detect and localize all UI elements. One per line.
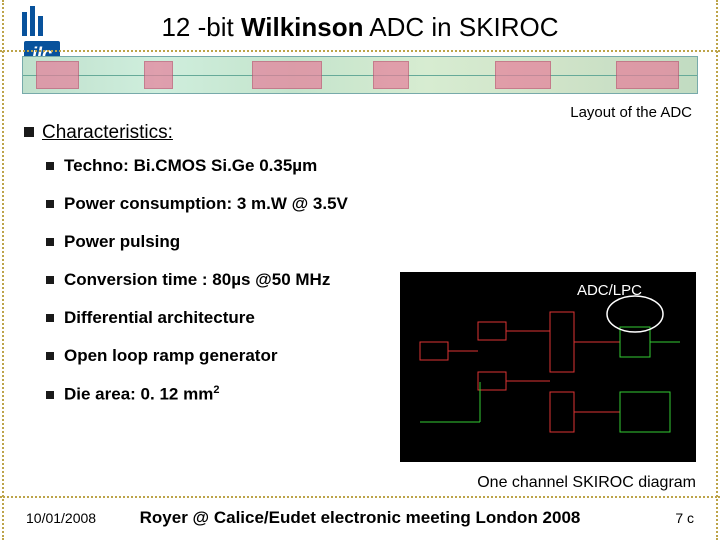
superscript: 2 [213,384,219,396]
bullet-text: Open loop ramp generator [64,346,277,365]
bullet-text: Techno: Bi.CMOS Si.Ge 0.35µm [64,156,317,175]
list-item: Conversion time : 80µs @50 MHz [46,270,348,290]
footer-center: Royer @ Calice/Eudet electronic meeting … [0,508,720,528]
bullet-square-icon [46,276,54,284]
title-bold: Wilkinson [241,12,364,42]
bullet-square-icon [46,314,54,322]
bullet-square-icon [46,200,54,208]
bullet-square-icon [46,391,54,399]
bullet-text: Power pulsing [64,232,180,251]
title-pre: 12 -bit [161,12,241,42]
list-item: Die area: 0. 12 mm2 [46,384,348,405]
skiroc-schematic: ADC/LPC [400,272,696,462]
layout-caption: Layout of the ADC [570,104,692,121]
slide-title: 12 -bit Wilkinson ADC in SKIROC [0,12,720,43]
bullet-square-icon [24,127,34,137]
schematic-caption: One channel SKIROC diagram [477,474,696,492]
bullet-text: Differential architecture [64,308,255,327]
divider-bottom [0,496,720,498]
list-item: Power pulsing [46,232,348,252]
list-item: Power consumption: 3 m.W @ 3.5V [46,194,348,214]
bullet-square-icon [46,162,54,170]
bullet-text: Power consumption: 3 m.W @ 3.5V [64,194,348,213]
decor-dots-left [2,0,4,540]
divider-top [0,50,720,52]
section-heading-text: Characteristics: [42,122,173,143]
list-item: Differential architecture [46,308,348,328]
list-item: Open loop ramp generator [46,346,348,366]
adc-layout-image [22,56,698,94]
schematic-svg [400,272,696,462]
bullet-square-icon [46,238,54,246]
bullet-text: Die area: 0. 12 mm [64,385,213,404]
section-heading: Characteristics: [24,122,173,144]
list-item: Techno: Bi.CMOS Si.Ge 0.35µm [46,156,348,176]
bullet-text: Conversion time : 80µs @50 MHz [64,270,330,289]
bullet-square-icon [46,352,54,360]
decor-dots-right [716,0,718,540]
title-post: ADC in SKIROC [364,12,559,42]
footer-page: 7 c [675,510,694,526]
characteristics-list: Techno: Bi.CMOS Si.Ge 0.35µm Power consu… [46,156,348,423]
